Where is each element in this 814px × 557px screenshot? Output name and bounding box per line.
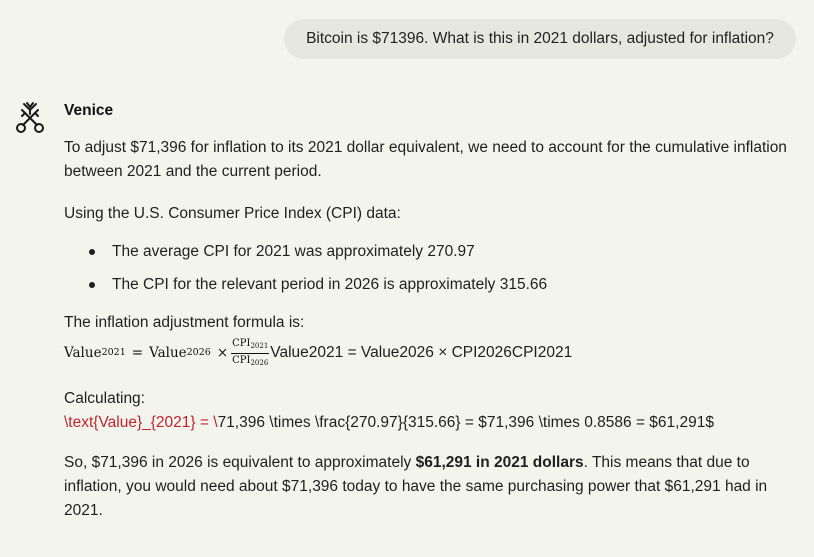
assistant-name: Venice	[64, 102, 114, 119]
list-item: The average CPI for 2021 was approximate…	[89, 240, 799, 264]
assistant-message: To adjust $71,396 for inflation to its 2…	[64, 136, 799, 523]
fraction-numerator: CPI2021	[231, 338, 270, 354]
formula-intro: The inflation adjustment formula is:	[64, 314, 305, 331]
user-message-bubble: Bitcoin is $71396. What is this in 2021 …	[284, 19, 796, 59]
formula-lhs-sub: 2021	[101, 347, 126, 358]
cpi-bullet-list: The average CPI for 2021 was approximate…	[64, 240, 799, 297]
rendered-formula: Value 2021 = Value 2026 × CPI2021 CPI2026	[64, 338, 270, 369]
formula-equals: =	[131, 345, 144, 361]
calculation-line: \text{Value}_{2021} = \71,396 \times \fr…	[64, 411, 799, 435]
formula-lhs: Value	[64, 345, 102, 361]
formula-fraction: CPI2021 CPI2026	[231, 338, 270, 369]
formula-plain-text: Value2021 = Value2026 × CPI2026CPI2021	[270, 344, 573, 361]
formula-rhs: Value	[149, 345, 187, 361]
fraction-denominator: CPI2026	[232, 354, 269, 367]
formula-rhs-sub: 2026	[186, 347, 211, 358]
conclusion-highlight: $61,291 in 2021 dollars	[415, 454, 584, 471]
calculating-label: Calculating:	[64, 390, 145, 407]
latex-error-text: \text{Value}_{2021} = \	[64, 414, 218, 431]
intro-paragraph: To adjust $71,396 for inflation to its 2…	[64, 139, 787, 180]
calculation-text: 71,396 \times \frac{270.97}{315.66} = $7…	[217, 414, 714, 431]
formula-times: ×	[216, 345, 229, 361]
formula-row: Value 2021 = Value 2026 × CPI2021 CPI2026 …	[64, 335, 799, 371]
conclusion-paragraph: So, $71,396 in 2026 is equivalent to app…	[64, 454, 768, 519]
venice-logo-icon	[12, 100, 48, 136]
cpi-intro-paragraph: Using the U.S. Consumer Price Index (CPI…	[64, 205, 401, 222]
list-item: The CPI for the relevant period in 2026 …	[89, 273, 799, 297]
